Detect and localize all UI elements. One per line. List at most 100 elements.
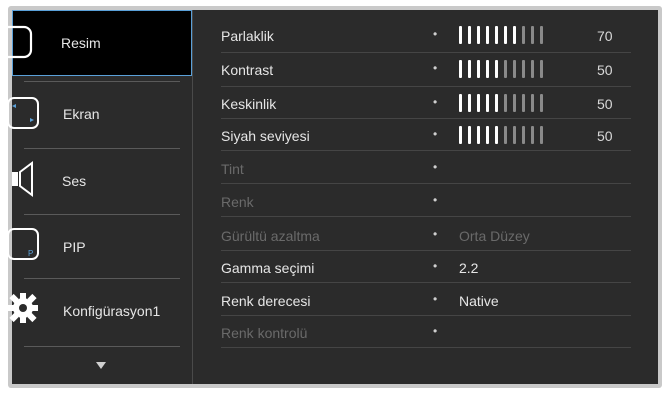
level-bar-segment [468,60,471,78]
sidebar-item-pip[interactable]: P PIP [7,215,192,281]
level-bar-segment [504,60,507,78]
divider [221,282,631,283]
level-bar-segment [504,94,507,112]
level-bar-segment [540,26,543,44]
osd-menu: Resim Ekran Ses P PIP Konfigürasyon1 Par… [0,10,658,384]
bullet: • [433,127,438,141]
setting-row-kontrast[interactable]: Kontrast • 50 [211,54,636,86]
setting-row-renk-derecesi[interactable]: Renk derecesi • Native [211,285,636,317]
setting-label: Gamma seçimi [221,260,315,276]
level-bar-segment [504,126,507,144]
level-bar-segment [486,60,489,78]
level-bar-segment [477,94,480,112]
sidebar-item-label: Ekran [63,106,100,122]
divider [221,86,631,87]
level-bar-segment [522,60,525,78]
level-bar-segment [513,94,516,112]
divider [221,216,631,217]
divider [221,315,631,316]
setting-value: 2.2 [459,260,479,276]
level-bar-segment [486,26,489,44]
divider [221,150,631,151]
level-bar-segment [522,94,525,112]
level-bar-segment [468,126,471,144]
setting-value: 70 [597,28,613,44]
level-bar-segment [459,94,462,112]
chevron-down-icon[interactable] [96,362,106,369]
setting-label: Siyah seviyesi [221,128,310,144]
setting-label: Parlaklik [221,28,274,44]
level-bar-segment [531,126,534,144]
level-bar-segment [477,126,480,144]
bullet: • [433,95,438,109]
setting-row-gamma-secimi[interactable]: Gamma seçimi • 2.2 [211,252,636,284]
level-bar-segment [477,60,480,78]
bullet: • [433,160,438,174]
level-bar-segment [468,94,471,112]
setting-value: 50 [597,96,613,112]
level-bar-segment [459,26,462,44]
level-bar-segment [540,94,543,112]
level-bar-segment [459,126,462,144]
level-bar[interactable] [459,126,543,144]
divider [24,346,180,347]
divider [221,347,631,348]
setting-row-tint: Tint • [211,153,636,185]
setting-value: 50 [597,128,613,144]
level-bar-segment [495,60,498,78]
level-bar[interactable] [459,94,543,112]
level-bar-segment [468,26,471,44]
setting-label: Tint [221,161,244,177]
setting-value: 50 [597,62,613,78]
level-bar-segment [459,60,462,78]
setting-label: Kontrast [221,62,274,78]
bullet: • [433,292,438,306]
level-bar[interactable] [459,60,543,78]
sidebar-item-label: Konfigürasyon1 [63,303,161,319]
sidebar-item-konfigurasyon1[interactable]: Konfigürasyon1 [8,279,192,345]
setting-row-gurultu-azaltma: Gürültü azaltma • Orta Düzey [211,220,636,252]
level-bar-segment [477,26,480,44]
bullet: • [433,27,438,41]
level-bar-segment [522,126,525,144]
setting-value: Native [459,293,499,309]
level-bar-segment [495,94,498,112]
setting-label: Renk kontrolü [221,325,308,341]
divider [221,183,631,184]
level-bar[interactable] [459,26,543,44]
level-bar-segment [513,126,516,144]
settings-panel: Parlaklik • 70 Kontrast • 50 Keskinlik •… [193,10,658,384]
level-bar-segment [540,126,543,144]
setting-row-siyah-seviyesi[interactable]: Siyah seviyesi • 50 [211,120,636,152]
category-sidebar: Resim Ekran Ses P PIP Konfigürasyon1 [0,10,193,384]
level-bar-segment [495,26,498,44]
level-bar-segment [486,94,489,112]
setting-label: Gürültü azaltma [221,228,320,244]
level-bar-segment [531,94,534,112]
sidebar-item-label: PIP [63,239,86,255]
svg-text:P: P [28,249,33,258]
setting-row-parlaklik[interactable]: Parlaklik • 70 [211,20,636,52]
level-bar-segment [486,126,489,144]
sidebar-item-ekran[interactable]: Ekran [7,82,192,148]
bullet: • [433,324,438,338]
setting-row-keskinlik[interactable]: Keskinlik • 50 [211,88,636,120]
divider [221,250,631,251]
level-bar-segment [504,26,507,44]
level-bar-segment [522,26,525,44]
bullet: • [433,61,438,75]
sidebar-item-label: Ses [62,173,87,189]
divider [221,118,631,119]
level-bar-segment [531,60,534,78]
level-bar-segment [531,26,534,44]
divider [221,52,631,53]
setting-label: Renk derecesi [221,293,311,309]
setting-label: Keskinlik [221,96,277,112]
bullet: • [433,259,438,273]
sidebar-item-ses[interactable]: Ses [12,149,192,215]
setting-label: Renk [221,194,254,210]
bullet: • [433,193,438,207]
sidebar-item-resim[interactable]: Resim [0,10,192,76]
setting-row-renk: Renk • [211,186,636,218]
setting-row-renk-kontrolu: Renk kontrolü • [211,317,636,349]
